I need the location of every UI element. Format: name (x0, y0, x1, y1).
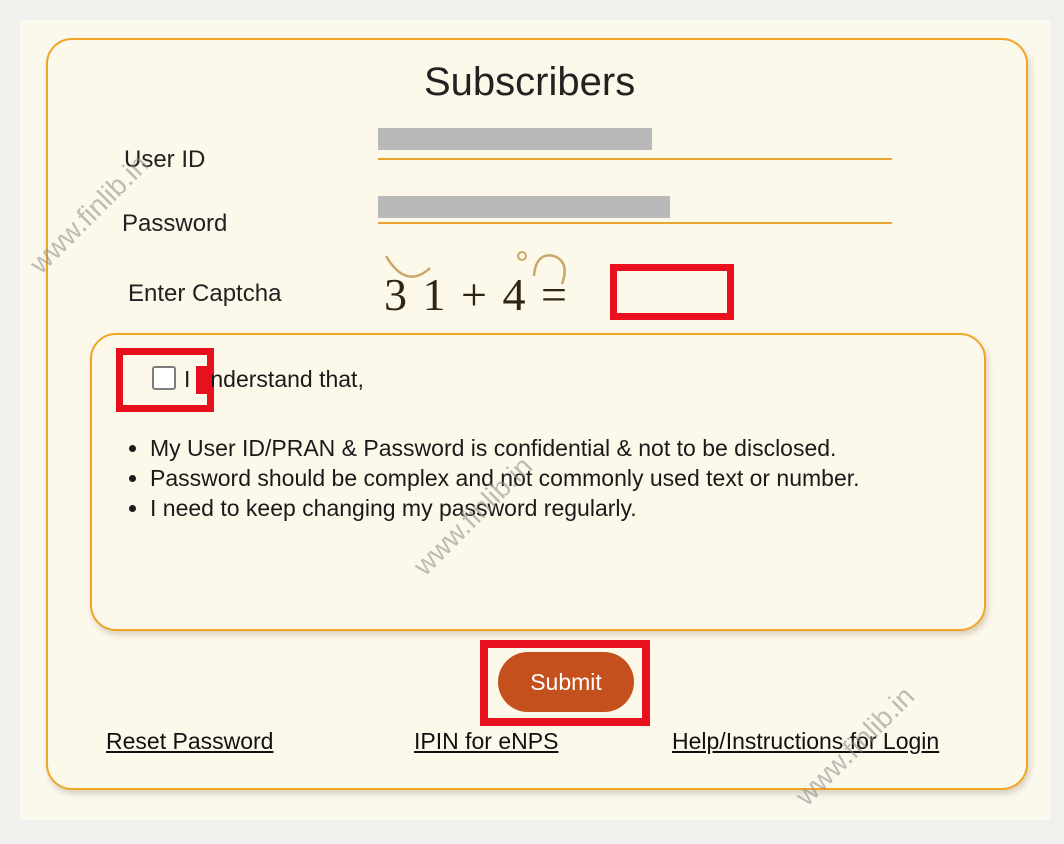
captcha-text: 3 1 + 4 = (384, 269, 569, 320)
captcha-label: Enter Captcha (128, 280, 282, 307)
understand-label-start: I (184, 366, 191, 392)
help-instructions-link[interactable]: Help/Instructions for Login (672, 728, 939, 755)
submit-button[interactable]: Submit (498, 652, 634, 712)
terms-item: I need to keep changing my password regu… (150, 494, 990, 522)
captcha-image: 3 1 + 4 = (384, 251, 569, 320)
captcha-input[interactable] (610, 264, 734, 320)
ipin-enps-link[interactable]: IPIN for eNPS (414, 728, 558, 755)
user-id-masked-value (378, 128, 652, 150)
page-title: Subscribers (424, 60, 636, 104)
understand-checkbox[interactable] (152, 366, 176, 390)
terms-list: My User ID/PRAN & Password is confidenti… (130, 434, 990, 524)
user-id-field[interactable] (378, 122, 892, 160)
password-masked-value (378, 196, 670, 218)
reset-password-link[interactable]: Reset Password (106, 728, 273, 755)
terms-item: Password should be complex and not commo… (150, 464, 990, 492)
understand-label: Inderstand that, (184, 366, 364, 394)
terms-item: My User ID/PRAN & Password is confidenti… (150, 434, 990, 462)
password-field[interactable] (378, 186, 892, 224)
password-label: Password (122, 210, 228, 237)
label-highlight-blot (196, 366, 212, 394)
understand-label-rest: nderstand that, (210, 366, 364, 392)
